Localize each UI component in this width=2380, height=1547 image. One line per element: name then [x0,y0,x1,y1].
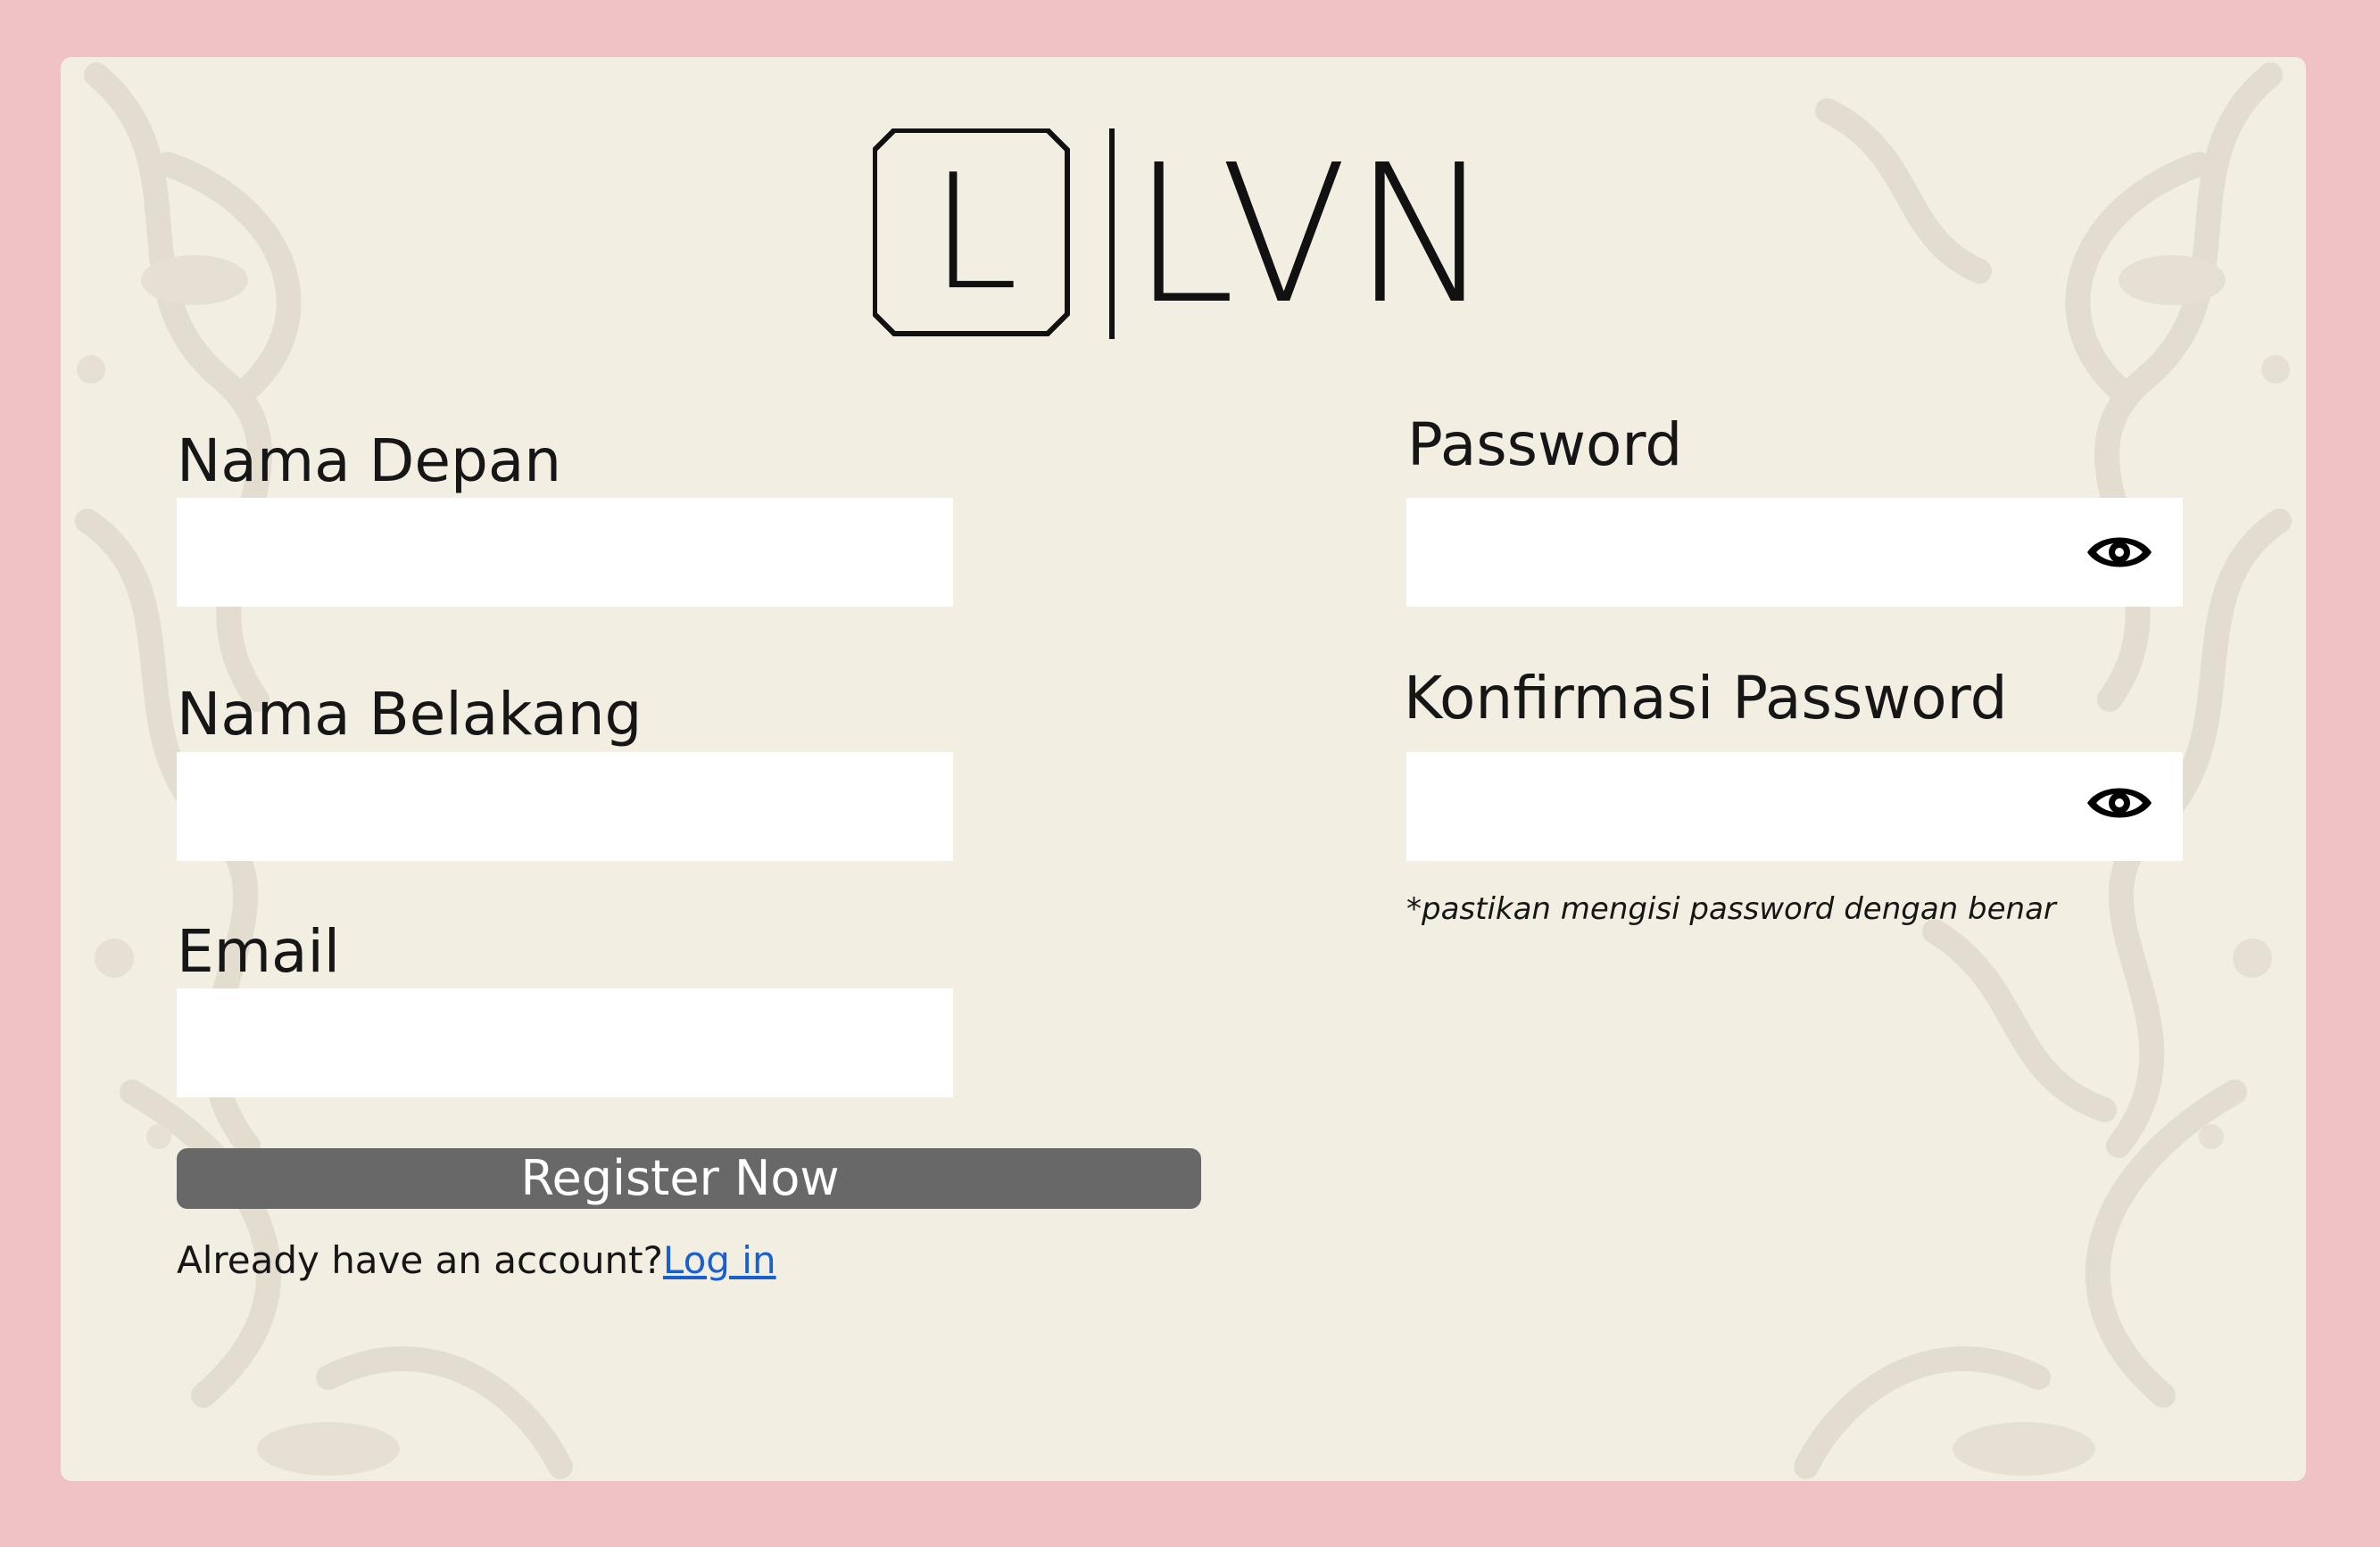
register-card: L LVN Nama Depan Nama Belakang Email Reg… [61,57,2306,1481]
lvn-logo: L LVN [873,128,1497,343]
password-label: Password [1407,410,1683,479]
eye-icon[interactable] [2084,776,2155,830]
password-input[interactable] [1406,498,2183,607]
register-now-button-label: Register Now [520,1150,840,1206]
first-name-input[interactable] [177,498,953,607]
confirm-password-label: Konfirmasi Password [1404,664,2008,732]
confirm-password-input[interactable] [1406,752,2183,861]
eye-icon[interactable] [2084,525,2155,579]
login-prompt-row: Already have an account?Log in [177,1238,776,1282]
logo-wordmark: LVN [1132,128,1497,343]
email-label: Email [177,917,341,986]
logo-monogram: L [930,140,1024,325]
register-now-button[interactable]: Register Now [177,1148,1201,1209]
login-prompt-text: Already have an account? [177,1238,663,1282]
first-name-label: Nama Depan [177,426,562,495]
last-name-label: Nama Belakang [177,680,643,749]
login-link[interactable]: Log in [663,1238,776,1282]
password-hint: *pastikan mengisi password dengan benar [1406,891,2056,927]
email-input[interactable] [177,989,953,1097]
last-name-input[interactable] [177,752,953,861]
